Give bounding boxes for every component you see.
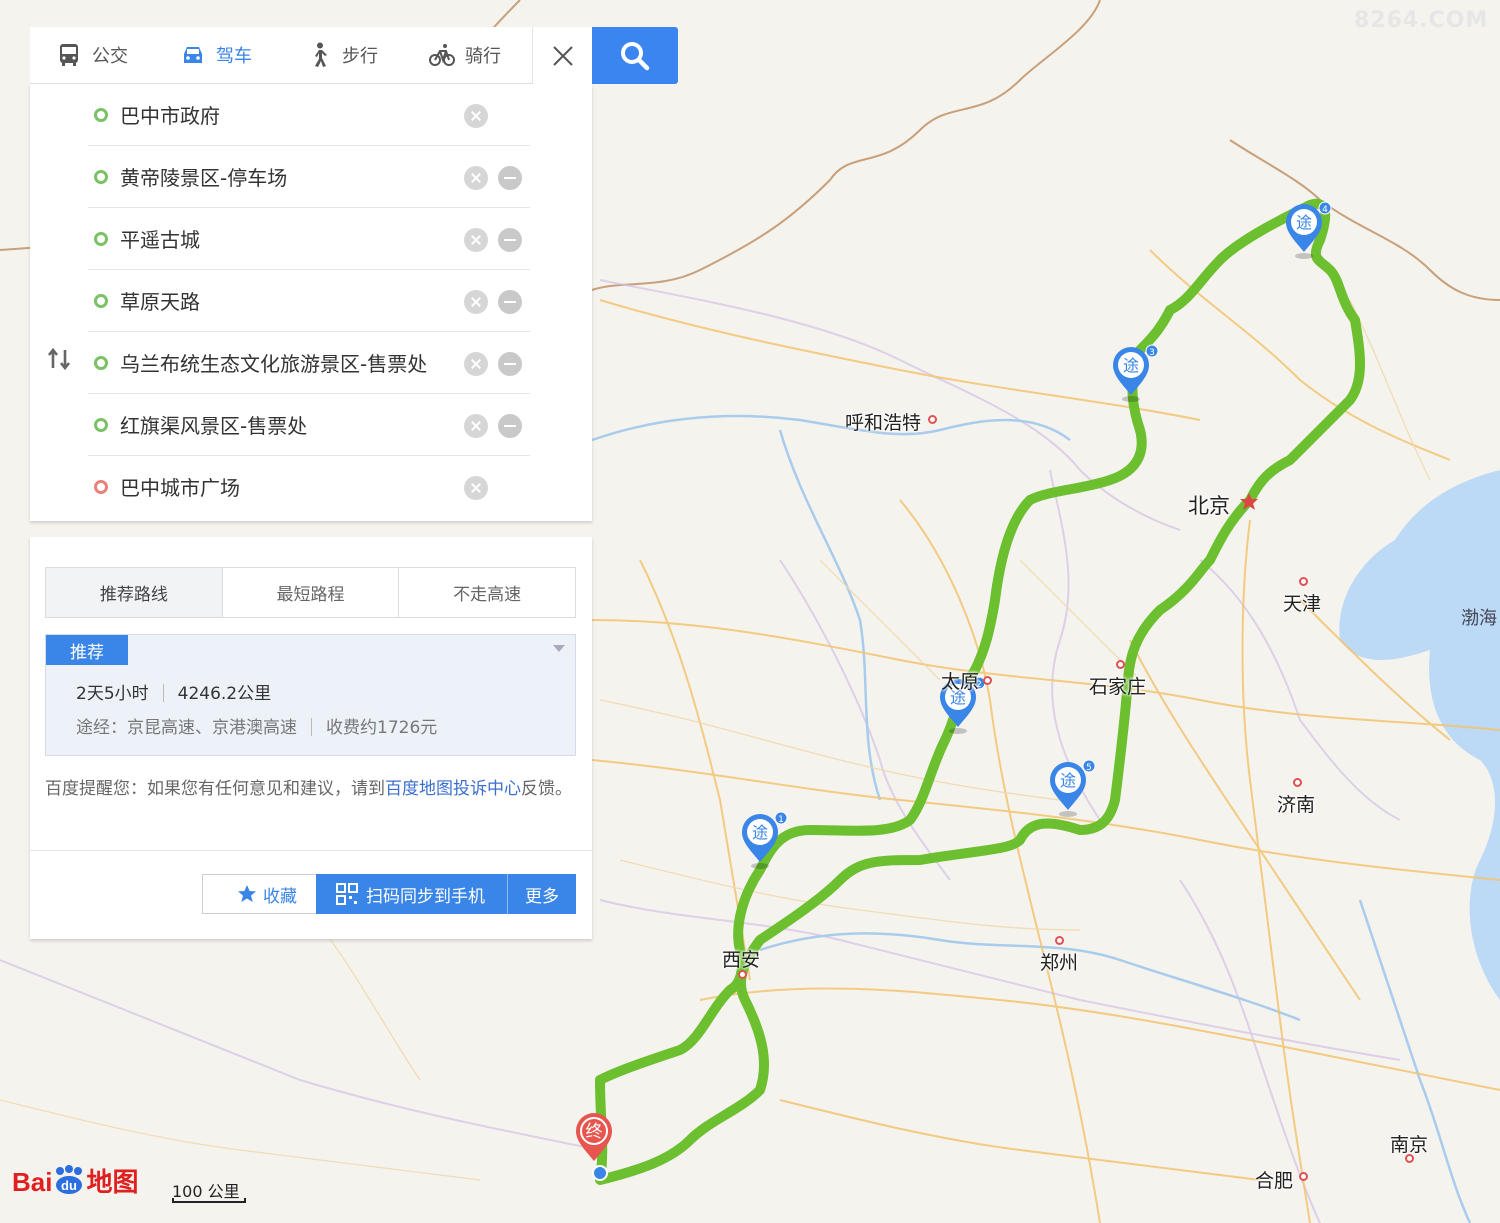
stop-name: 巴中市政府 xyxy=(120,104,220,128)
walk-icon xyxy=(315,42,327,67)
mode-car-label: 驾车 xyxy=(216,46,252,67)
travel-mode-bar: 公交 驾车 步行 骑行 xyxy=(30,27,532,84)
end-dot-icon xyxy=(94,480,108,494)
bus-icon xyxy=(60,44,78,66)
clear-icon[interactable] xyxy=(464,352,488,376)
mode-walk[interactable]: 步行 xyxy=(306,27,378,83)
waypoint-number: 4 xyxy=(1322,205,1328,215)
stop-name: 黄帝陵景区-停车场 xyxy=(120,166,288,190)
tab-no-highway[interactable]: 不走高速 xyxy=(398,568,575,617)
via-dot-icon xyxy=(94,356,108,370)
stops-list: 巴中市政府 黄帝陵景区-停车场 平遥古城 草原天路 乌兰布统生态文化旅游景区-售… xyxy=(30,84,592,521)
swap-icon[interactable] xyxy=(46,346,72,372)
remove-stop-icon[interactable] xyxy=(498,228,522,252)
mode-bike[interactable]: 骑行 xyxy=(429,27,501,83)
remove-stop-icon[interactable] xyxy=(498,352,522,376)
waypoint-number: 5 xyxy=(1086,763,1092,773)
stop-row-start[interactable]: 巴中市政府 xyxy=(88,84,530,146)
sync-to-phone-button[interactable]: 扫码同步到手机 更多 xyxy=(316,874,576,914)
start-dot-icon xyxy=(94,108,108,122)
more-button[interactable]: 更多 xyxy=(507,874,576,914)
stop-row-via[interactable]: 红旗渠风景区-售票处 xyxy=(88,394,530,456)
qr-code-icon xyxy=(336,883,358,905)
end-marker-label: 终 xyxy=(586,1122,603,1142)
divider xyxy=(30,850,592,851)
svg-text:du: du xyxy=(62,1178,78,1193)
waypoint-number: 3 xyxy=(1149,348,1155,358)
waypoint-label: 途 xyxy=(1060,771,1076,790)
route-tabs: 推荐路线 最短路程 不走高速 xyxy=(45,567,576,618)
stop-row-end[interactable]: 巴中城市广场 xyxy=(88,456,530,518)
car-icon xyxy=(184,47,202,63)
via-dot-icon xyxy=(94,418,108,432)
stop-row-via[interactable]: 黄帝陵景区-停车场 xyxy=(88,146,530,208)
search-icon xyxy=(621,41,650,70)
via-dot-icon xyxy=(94,294,108,308)
paw-icon: du xyxy=(56,1165,83,1194)
clear-icon[interactable] xyxy=(464,104,488,128)
close-icon xyxy=(552,45,573,66)
chevron-down-icon[interactable] xyxy=(553,645,565,652)
tab-recommended[interactable]: 推荐路线 xyxy=(46,568,222,617)
stop-name: 巴中城市广场 xyxy=(120,476,240,500)
mode-walk-label: 步行 xyxy=(342,46,378,67)
route-via: 途经：京昆高速、京港澳高速 xyxy=(76,718,297,738)
watermark: 8264.COM xyxy=(1354,8,1489,33)
bike-icon xyxy=(429,44,455,66)
mode-car[interactable]: 驾车 xyxy=(180,27,252,83)
route-duration: 2天5小时 xyxy=(76,684,149,704)
stop-name: 红旗渠风景区-售票处 xyxy=(120,414,308,438)
route-toll: 收费约1726元 xyxy=(326,718,438,738)
clear-icon[interactable] xyxy=(464,414,488,438)
remove-stop-icon[interactable] xyxy=(498,290,522,314)
waypoint-number: 1 xyxy=(778,815,784,825)
stop-row-via[interactable]: 平遥古城 xyxy=(88,208,530,270)
stop-name: 草原天路 xyxy=(120,290,200,314)
clear-icon[interactable] xyxy=(464,166,488,190)
route-summary: 2天5小时 4246.2公里 xyxy=(76,679,271,704)
baidu-map-logo[interactable]: Bai du 地图 xyxy=(12,1162,138,1199)
route-distance: 4246.2公里 xyxy=(177,684,272,704)
remove-stop-icon[interactable] xyxy=(498,166,522,190)
recommended-badge: 推荐 xyxy=(46,635,128,665)
stop-row-via[interactable]: 乌兰布统生态文化旅游景区-售票处 xyxy=(88,332,530,394)
clear-icon[interactable] xyxy=(464,290,488,314)
mode-bus[interactable]: 公交 xyxy=(56,27,128,83)
route-card[interactable]: 推荐 2天5小时 4246.2公里 途经：京昆高速、京港澳高速 收费约1726元 xyxy=(45,634,576,756)
waypoint-label: 途 xyxy=(1123,356,1139,375)
via-dot-icon xyxy=(94,232,108,246)
tab-shortest[interactable]: 最短路程 xyxy=(221,568,399,617)
stop-name: 平遥古城 xyxy=(120,228,200,252)
scale-bar xyxy=(172,1198,246,1203)
route-result-panel: 推荐路线 最短路程 不走高速 推荐 2天5小时 4246.2公里 途经：京昆高速、… xyxy=(30,537,592,939)
close-button[interactable] xyxy=(532,27,592,84)
sea-label-bohai: 渤海 xyxy=(1461,608,1497,629)
search-button[interactable] xyxy=(592,27,678,84)
mode-bus-label: 公交 xyxy=(92,46,128,67)
clear-icon[interactable] xyxy=(464,228,488,252)
star-icon xyxy=(238,885,256,902)
remove-stop-icon[interactable] xyxy=(498,414,522,438)
mode-bike-label: 骑行 xyxy=(465,46,501,67)
waypoint-label: 途 xyxy=(752,823,768,842)
favorite-button[interactable]: 收藏 xyxy=(202,874,332,914)
stop-name: 乌兰布统生态文化旅游景区-售票处 xyxy=(120,352,428,376)
stop-row-via[interactable]: 草原天路 xyxy=(88,270,530,332)
waypoint-label: 途 xyxy=(1296,213,1312,232)
via-dot-icon xyxy=(94,170,108,184)
route-details: 途经：京昆高速、京港澳高速 收费约1726元 xyxy=(76,713,437,738)
clear-icon[interactable] xyxy=(464,476,488,500)
complaint-center-link[interactable]: 百度地图投诉中心 xyxy=(385,779,521,799)
feedback-notice: 百度提醒您：如果您有任何意见和建议，请到百度地图投诉中心反馈。 xyxy=(45,779,572,799)
